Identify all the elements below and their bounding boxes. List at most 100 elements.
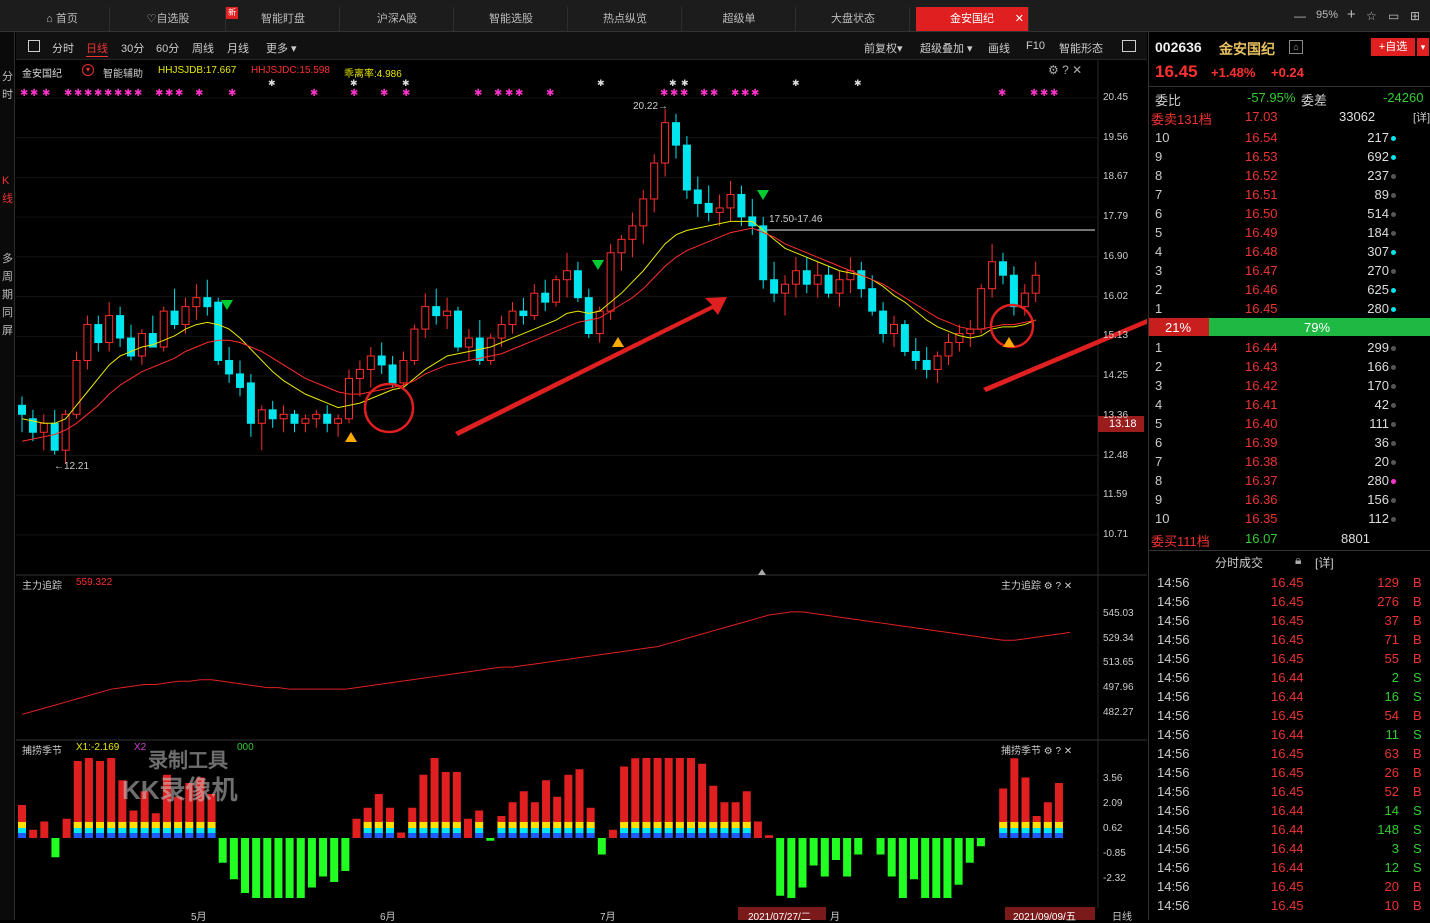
histogram-bar [820, 838, 829, 877]
histogram-bar [731, 822, 740, 828]
book-volume: 237 [1367, 168, 1389, 183]
close-icon[interactable]: ✕ [1064, 746, 1072, 757]
candle-body [530, 292, 539, 317]
pane-icons[interactable]: ⚙ ? ✕ [1048, 63, 1082, 77]
tick-price: 16.44 [1271, 727, 1304, 742]
ind2-name[interactable]: 捕捞季节 [22, 742, 62, 757]
help-icon[interactable]: ? [1056, 581, 1062, 592]
histogram-bar [174, 833, 183, 838]
histogram-bar [352, 818, 361, 838]
star-icon[interactable]: ☆ [1366, 9, 1377, 23]
volume-dot-icon [1391, 250, 1396, 256]
home-icon: ⌂ [46, 13, 56, 25]
signal-star: ✱ [402, 78, 410, 88]
tick-side: B [1413, 784, 1422, 799]
book-volume: 217 [1367, 130, 1389, 145]
tab-smart-select[interactable]: 智能选股 [455, 7, 568, 31]
tab-hot-topics[interactable]: 热点纵览 [569, 7, 682, 31]
candle-body [966, 328, 975, 335]
gear-icon[interactable]: ⚙ [1044, 746, 1053, 757]
histogram-bar [1032, 833, 1041, 838]
tick-price: 16.45 [1271, 784, 1304, 799]
screen-icon[interactable]: ▭ [1388, 9, 1399, 23]
histogram-bar [397, 832, 406, 838]
dropdown-circle-icon[interactable]: ▾ [82, 64, 94, 76]
book-price: 16.53 [1245, 149, 1278, 164]
candle-body [214, 301, 223, 361]
histogram-bar [430, 833, 439, 838]
detail-link[interactable]: [详] [1413, 109, 1430, 125]
ind1-title-right: 主力追踪 ⚙ ? ✕ [1001, 581, 1073, 592]
candle-body [541, 292, 550, 303]
volume-dot-icon [1391, 460, 1396, 466]
book-price: 16.49 [1245, 225, 1278, 240]
close-icon[interactable]: ✕ [1064, 581, 1072, 592]
histogram-bar [999, 828, 1008, 833]
tab-home[interactable]: ⌂ 首页 [15, 7, 110, 31]
help-icon[interactable]: ? [1056, 746, 1062, 757]
zoom-in-icon[interactable]: + [1347, 6, 1356, 23]
book-volume: 299 [1367, 340, 1389, 355]
book-volume: 307 [1367, 244, 1389, 259]
candle-body [563, 270, 571, 281]
gear-icon[interactable]: ⚙ [1044, 581, 1053, 592]
signal-star: ✱ [228, 88, 236, 99]
tick-volume: 12 [1384, 860, 1399, 875]
candle-body [508, 310, 517, 326]
histogram-bar [1010, 833, 1019, 838]
dropdown-icon[interactable]: ▾ [1417, 38, 1429, 56]
histogram-bar [118, 833, 127, 838]
tab-watchlist[interactable]: ♡自选股 [111, 7, 226, 31]
add-watchlist-button[interactable]: +自选 [1371, 38, 1415, 56]
histogram-bar [207, 833, 216, 838]
book-level: 7 [1155, 454, 1163, 469]
histogram-bar [709, 833, 718, 838]
book-volume: 625 [1367, 282, 1389, 297]
scroll-handle-icon[interactable] [758, 569, 766, 575]
tab-smart-watch[interactable]: 智能盯盘 [227, 7, 340, 31]
histogram-bar [162, 833, 171, 838]
histogram-bar [664, 833, 673, 838]
histogram-bar [999, 833, 1008, 838]
histogram-bar [497, 828, 506, 833]
candle-body [170, 310, 179, 326]
candle-body [236, 373, 244, 388]
book-volume: 89 [1374, 187, 1389, 202]
close-icon[interactable]: ✕ [1015, 7, 1024, 31]
tick-price: 16.44 [1271, 689, 1304, 704]
histogram-bar [196, 822, 205, 828]
ind1-name[interactable]: 主力追踪 [22, 577, 62, 592]
price-tick: 15.13 [1103, 330, 1129, 342]
book-level: 9 [1155, 492, 1163, 507]
book-price: 16.38 [1245, 454, 1278, 469]
histogram-bar [207, 822, 216, 828]
tab-market-status[interactable]: 大盘状态 [797, 7, 910, 31]
legend-bias: 乖离率:4.986 [344, 69, 402, 80]
book-dot [1389, 187, 1396, 202]
tab-shsz-a[interactable]: 沪深A股 [341, 7, 454, 31]
signal-star: ✱ [660, 88, 668, 99]
layout-icon[interactable]: ⊞ [1410, 9, 1420, 23]
histogram-bar [497, 833, 506, 838]
legend-assist[interactable]: 智能辅助 [103, 65, 143, 80]
histogram-bar [18, 833, 26, 838]
book-dot [1389, 511, 1396, 526]
lock-icon[interactable]: ⌂ [1289, 40, 1303, 54]
histogram-bar [508, 822, 517, 828]
histogram-bar [174, 828, 183, 833]
candle-body [50, 422, 59, 451]
tab-super-order[interactable]: 超级单 [683, 7, 796, 31]
minimize-icon[interactable]: — [1294, 9, 1306, 23]
histogram-bar [241, 838, 249, 893]
tick-volume: 11 [1385, 727, 1400, 742]
book-dot [1389, 359, 1396, 374]
candle-body [225, 359, 234, 375]
ticks-detail-link[interactable]: [详] [1315, 554, 1334, 571]
tab-stock-active[interactable]: 金安国纪 ✕ [916, 7, 1029, 31]
tick-price: 16.45 [1271, 746, 1304, 761]
histogram-bar [62, 818, 71, 838]
tick-price: 16.45 [1271, 708, 1304, 723]
lock-icon[interactable]: 🔒︎ [1295, 553, 1301, 568]
histogram-bar [1010, 828, 1019, 833]
signal-star: ✱ [84, 88, 92, 99]
